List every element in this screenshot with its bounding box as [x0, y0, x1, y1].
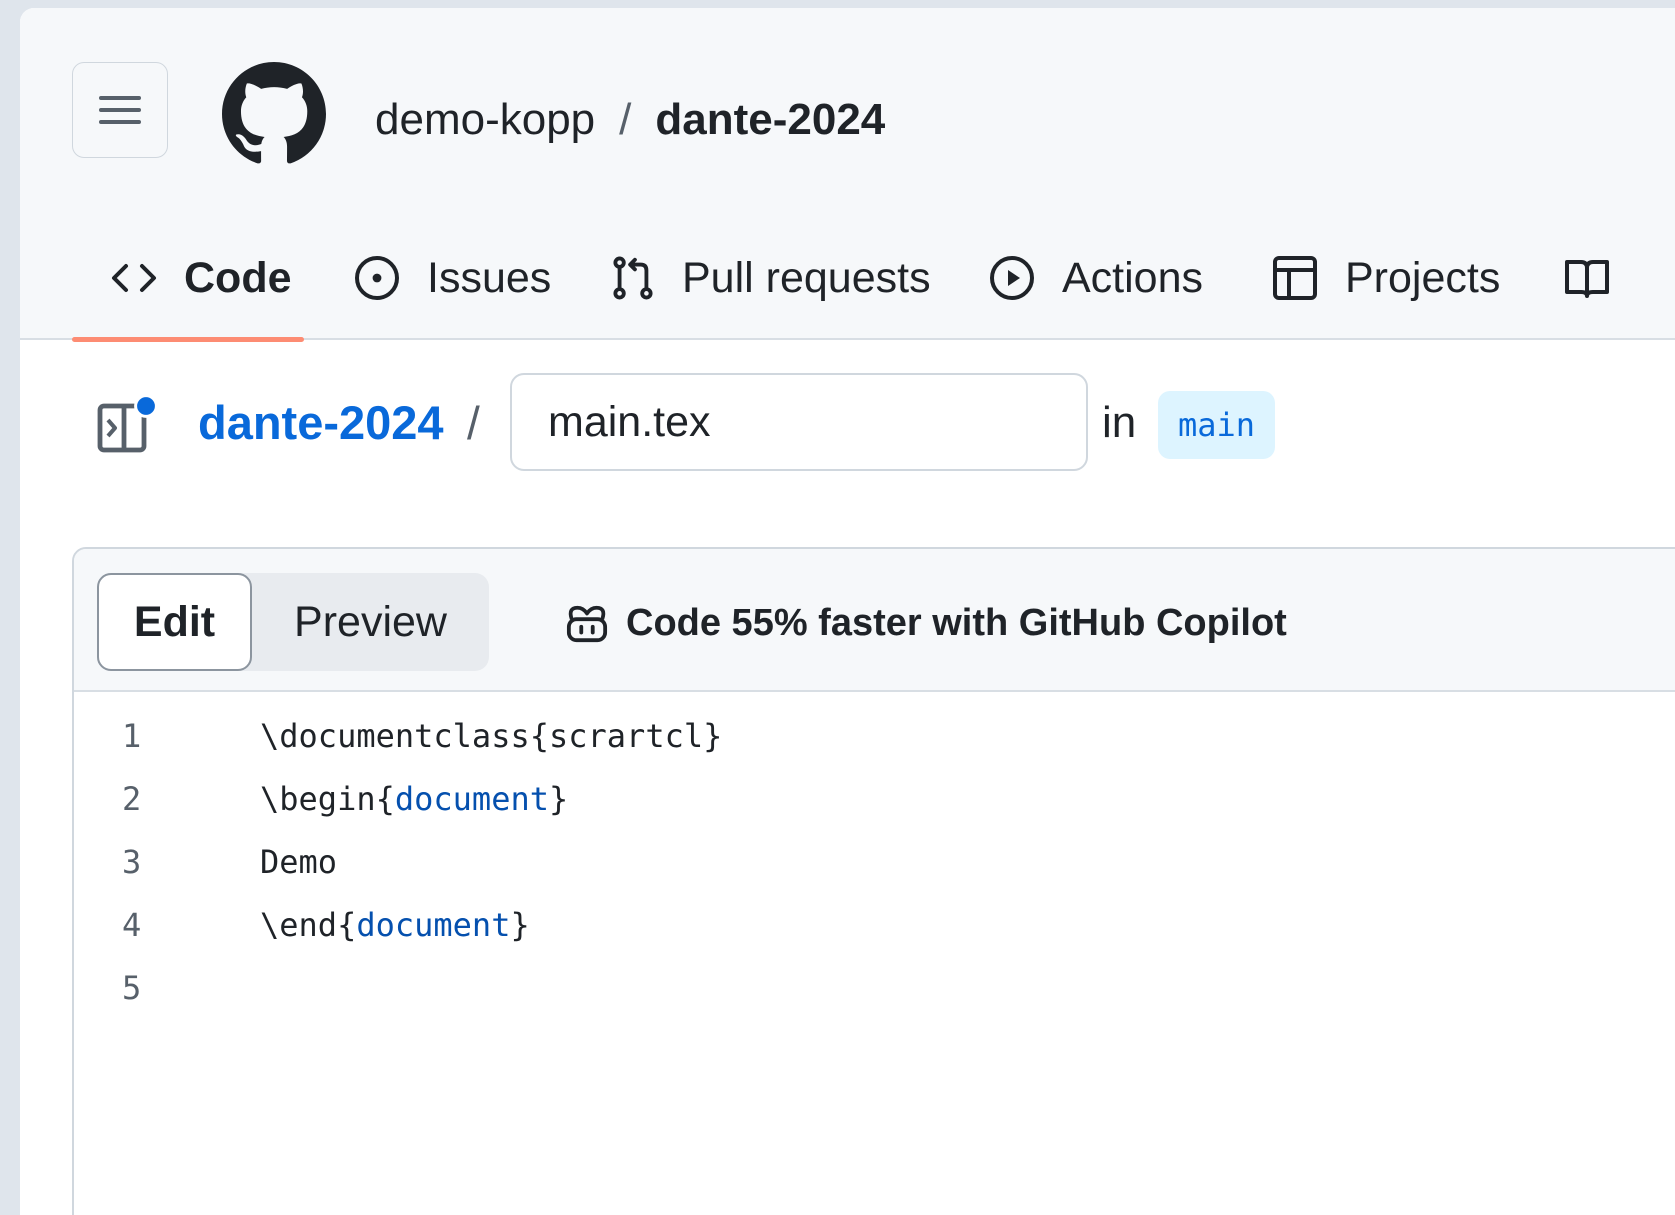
code-brace: } — [703, 717, 723, 755]
tab-wiki[interactable] — [1563, 248, 1637, 308]
hamburger-icon-bar — [99, 96, 141, 100]
code-command: \documentclass — [260, 717, 530, 755]
code-argument: scrartcl — [548, 717, 704, 755]
code-command: \begin — [260, 780, 376, 818]
git-pull-request-icon — [613, 256, 653, 300]
tab-label: Actions — [1062, 253, 1204, 302]
code-command: \end — [260, 906, 338, 944]
edit-preview-switch: Edit Preview — [97, 573, 489, 671]
editor-toolbar: Edit Preview Code 55% faster with GitHub… — [74, 549, 1675, 692]
code-brace: } — [548, 780, 569, 818]
copilot-promo-link[interactable]: Code 55% faster with GitHub Copilot — [564, 593, 1287, 653]
line-number: 5 — [122, 969, 142, 1007]
filename-input[interactable] — [510, 373, 1088, 471]
line-content[interactable]: \end{document} — [260, 894, 530, 957]
tab-label: Pull requests — [682, 253, 931, 302]
line-number: 2 — [122, 780, 142, 818]
title-separator: / — [619, 95, 632, 144]
file-editor: Edit Preview Code 55% faster with GitHub… — [72, 547, 1675, 1215]
tab-label: Projects — [1345, 253, 1501, 302]
code-brace: } — [510, 906, 530, 944]
code-argument: document — [394, 780, 549, 818]
line-content[interactable]: \documentclass{scrartcl} — [260, 705, 722, 768]
tab-label: Code — [184, 253, 292, 302]
code-editor[interactable]: 1 \documentclass{scrartcl} 2 \begin{docu… — [74, 705, 1675, 1020]
code-brace: { — [337, 906, 357, 944]
browser-page: demo-kopp / dante-2024 Code Issues Pull re… — [20, 8, 1675, 1215]
line-number: 4 — [122, 906, 142, 944]
breadcrumb-separator: / — [467, 397, 480, 449]
code-brace: { — [529, 717, 549, 755]
play-icon — [990, 256, 1034, 300]
tab-code[interactable]: Code — [110, 248, 292, 308]
hamburger-icon-bar — [99, 120, 141, 124]
tab-projects[interactable]: Projects — [1271, 248, 1500, 308]
copilot-icon — [566, 605, 608, 643]
code-line: 3 Demo — [74, 831, 1675, 894]
line-number: 3 — [122, 843, 142, 881]
tab-issues[interactable]: Issues — [353, 248, 551, 308]
code-argument: document — [356, 906, 511, 944]
preview-tab[interactable]: Preview — [252, 573, 489, 671]
issue-opened-icon — [355, 256, 399, 300]
github-logo-icon[interactable] — [222, 62, 326, 166]
code-line: 2 \begin{document} — [74, 768, 1675, 831]
menu-button[interactable] — [72, 62, 168, 158]
hamburger-icon-bar — [99, 108, 141, 112]
sidebar-expand-icon[interactable] — [96, 394, 160, 458]
selected-tab-indicator — [72, 337, 304, 342]
line-content[interactable]: \begin{document} — [260, 768, 568, 831]
code-text: Demo — [260, 843, 338, 881]
line-number: 1 — [122, 717, 142, 755]
code-brace: { — [375, 780, 395, 818]
tab-pull-requests[interactable]: Pull requests — [610, 248, 931, 308]
repo-owner-link[interactable]: demo-kopp — [375, 95, 595, 144]
code-line: 5 — [74, 957, 1675, 1020]
file-breadcrumb: dante-2024 / in main — [20, 368, 1675, 478]
table-icon — [1273, 256, 1317, 300]
repo-title: demo-kopp / dante-2024 — [375, 92, 885, 148]
branch-badge: main — [1158, 391, 1276, 459]
branch-prefix-label: in — [1102, 398, 1137, 447]
code-icon — [112, 264, 156, 292]
line-content[interactable]: Demo — [260, 831, 337, 894]
repo-name-link[interactable]: dante-2024 — [655, 95, 885, 144]
code-line: 4 \end{document} — [74, 894, 1675, 957]
tab-actions[interactable]: Actions — [988, 248, 1203, 308]
book-icon — [1565, 260, 1609, 298]
copilot-promo-text: Code 55% faster with GitHub Copilot — [626, 601, 1287, 644]
edit-tab[interactable]: Edit — [97, 573, 252, 671]
repo-header: demo-kopp / dante-2024 Code Issues Pull re… — [20, 8, 1675, 340]
code-line: 1 \documentclass{scrartcl} — [74, 705, 1675, 768]
breadcrumb-repo-link[interactable]: dante-2024 — [198, 393, 444, 453]
tab-label: Issues — [427, 253, 552, 302]
